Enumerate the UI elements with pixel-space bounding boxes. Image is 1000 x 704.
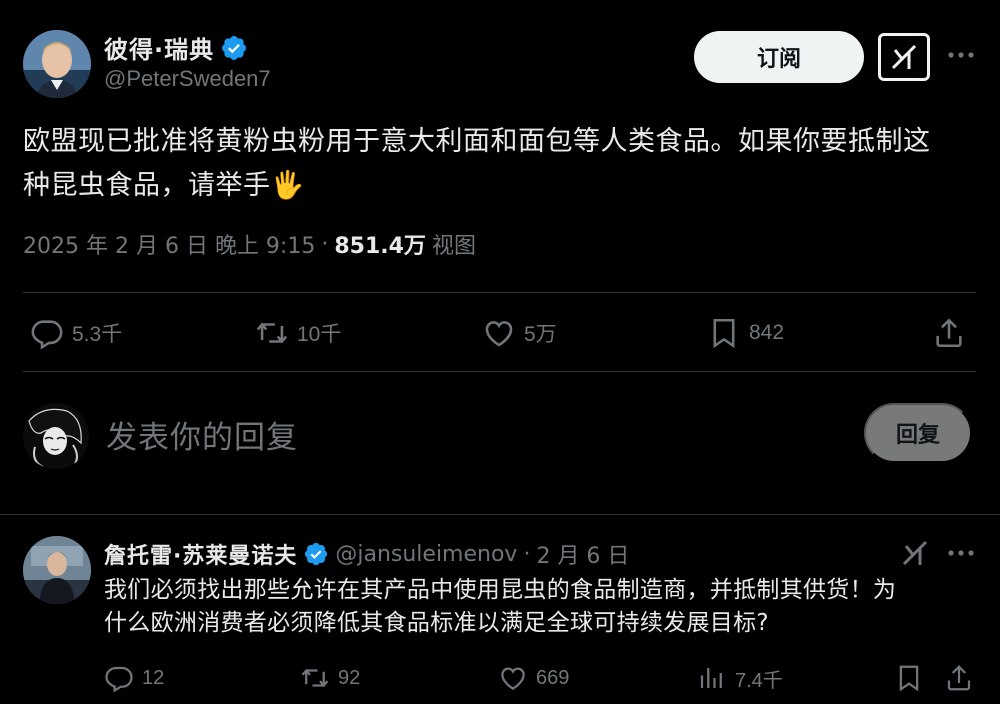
divider — [23, 292, 976, 293]
bookmark-count: 842 — [749, 321, 785, 344]
section-divider — [0, 514, 1000, 515]
views-count: 7.4千 — [735, 669, 783, 692]
author-avatar[interactable] — [23, 30, 91, 98]
reply-author-handle[interactable]: @jansuleimenov — [335, 542, 517, 567]
subscribe-button[interactable]: 订阅 — [694, 31, 864, 83]
like-count: 5万 — [524, 323, 557, 346]
share-icon — [947, 665, 971, 691]
share-icon — [936, 318, 962, 348]
reply-count: 5.3千 — [72, 323, 123, 346]
reply-submit-button[interactable]: 回复 — [864, 403, 972, 463]
reply-text-line: 什么欧洲消费者必须降低其食品标准以满足全球可持续发展目标? — [104, 610, 769, 636]
tweet-text: 欧盟现已批准将黄粉虫粉用于意大利面和面包等人类食品。如果你要抵制这 种昆虫食品，… — [23, 120, 983, 208]
tweet-text-line: 种昆虫食品，请举手🖐 — [23, 170, 305, 201]
verified-badge-icon — [303, 541, 329, 567]
reply-author-avatar[interactable] — [23, 536, 91, 604]
author-name-row[interactable]: 彼得·瑞典 — [104, 30, 248, 65]
reply-date[interactable]: 2 月 6 日 — [536, 538, 629, 570]
grok-button[interactable] — [878, 33, 930, 81]
more-options-icon[interactable] — [944, 540, 978, 566]
reply-views-action[interactable]: 7.4千 — [697, 660, 783, 696]
heart-icon — [501, 667, 525, 690]
tweet-text-line: 欧盟现已批准将黄粉虫粉用于意大利面和面包等人类食品。如果你要抵制这 — [23, 126, 931, 157]
author-handle[interactable]: @PeterSweden7 — [104, 66, 271, 92]
reply-like-action[interactable]: 669 — [498, 660, 569, 696]
repost-count: 92 — [338, 666, 361, 689]
heart-icon — [485, 321, 513, 347]
repost-action[interactable]: 10千 — [255, 313, 341, 353]
like-action[interactable]: 5万 — [482, 313, 557, 353]
reply-repost-action[interactable]: 92 — [300, 660, 360, 696]
repost-icon — [301, 668, 329, 688]
reply-icon — [31, 320, 63, 350]
reply-header: 詹托雷·苏莱曼诺夫 @jansuleimenov · 2 月 6 日 — [104, 538, 629, 570]
analytics-icon — [700, 668, 722, 688]
grok-icon[interactable] — [900, 538, 930, 568]
verified-badge-icon — [220, 34, 248, 62]
views-label: 视图 — [431, 234, 476, 259]
like-count: 669 — [536, 666, 570, 689]
reply-reply-action[interactable]: 12 — [104, 660, 164, 696]
my-avatar[interactable] — [23, 403, 89, 469]
bookmark-icon — [899, 665, 919, 692]
bookmark-icon — [713, 318, 735, 349]
reply-action[interactable]: 5.3千 — [30, 313, 122, 353]
raised-hand-emoji: 🖐 — [270, 170, 305, 201]
more-options-icon[interactable] — [944, 40, 978, 70]
reply-text: 我们必须找出那些允许在其产品中使用昆虫的食品制造商，并抵制其供货！为 什么欧洲消… — [104, 574, 974, 640]
meta-separator: · — [321, 231, 329, 257]
tweet-meta: 2025 年 2 月 6 日 晚上 9:15 · 851.4万 视图 — [23, 228, 476, 260]
reply-input[interactable]: 发表你的回复 — [106, 412, 298, 457]
share-action[interactable] — [932, 313, 966, 353]
repost-count: 10千 — [297, 323, 342, 346]
reply-text-line: 我们必须找出那些允许在其产品中使用昆虫的食品制造商，并抵制其供货！为 — [104, 577, 897, 603]
divider — [23, 371, 976, 372]
reply-icon — [105, 666, 133, 693]
grok-icon — [891, 44, 917, 70]
reply-author-name[interactable]: 詹托雷·苏莱曼诺夫 — [104, 538, 297, 570]
author-name[interactable]: 彼得·瑞典 — [104, 30, 214, 65]
reply-count: 12 — [142, 666, 165, 689]
bookmark-action[interactable]: 842 — [707, 313, 784, 353]
reply-share-action[interactable] — [944, 660, 974, 696]
reply-meta-separator: · — [523, 541, 531, 567]
reply-bookmark-action[interactable] — [894, 660, 924, 696]
repost-icon — [256, 322, 288, 344]
views-count: 851.4万 — [334, 234, 426, 259]
timestamp[interactable]: 2025 年 2 月 6 日 晚上 9:15 — [23, 228, 315, 260]
